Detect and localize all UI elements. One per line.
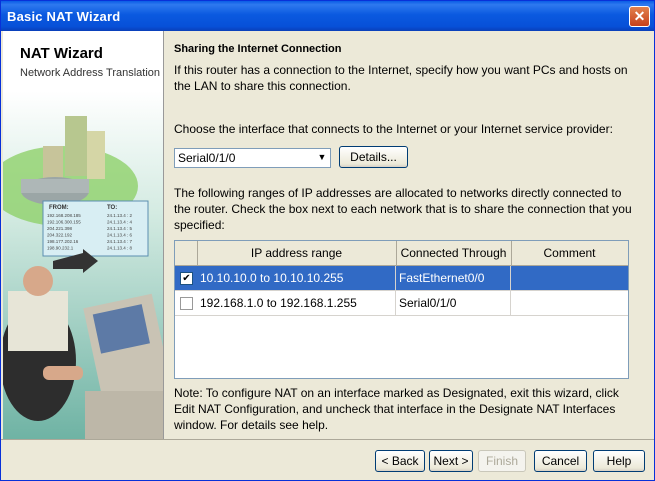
finish-button[interactable]: Finish [478, 450, 526, 472]
connected-through-cell: Serial0/1/0 [396, 291, 511, 315]
wizard-footer: < Back Next > Finish Cancel Help [1, 440, 654, 480]
illustration-from-address: 204.322.192 [47, 233, 73, 238]
table-row[interactable]: ✔ 10.10.10.0 to 10.10.10.255 FastEtherne… [175, 266, 628, 291]
illustration-to-address: 24.1.13.4 : 2 [107, 213, 133, 218]
connected-through-cell: FastEthernet0/0 [396, 266, 511, 290]
comment-cell [511, 291, 628, 315]
ip-range-cell: 10.10.10.0 to 10.10.10.255 [197, 266, 396, 290]
header-checkbox-column [175, 241, 198, 265]
table-header: IP address range Connected Through Comme… [175, 241, 628, 266]
note-text: Note: To configure NAT on an interface m… [174, 386, 619, 432]
interface-select-value: Serial0/1/0 [178, 151, 236, 165]
illustration-to-address: 24.1.13.4 : 8 [107, 246, 133, 251]
table-row[interactable]: 192.168.1.0 to 192.168.1.255 Serial0/1/0 [175, 291, 628, 316]
illustration-from-address: 198.90.232.1 [47, 246, 74, 251]
intro-text: If this router has a connection to the I… [174, 63, 628, 93]
title-bar[interactable]: Basic NAT Wizard ✕ [1, 1, 654, 31]
comment-cell [511, 266, 628, 290]
wizard-sidebar: NAT Wizard Network Address Translation F… [3, 31, 164, 439]
interface-select[interactable]: Serial0/1/0 ▼ [174, 148, 331, 168]
network-illustration: FROM: TO: 192.168.208.185 24.1.13.4 : 2 19… [3, 91, 163, 439]
window-title: Basic NAT Wizard [7, 9, 121, 24]
section-heading: Sharing the Internet Connection [174, 43, 342, 55]
back-button[interactable]: < Back [375, 450, 425, 472]
illustration-from-address: 204.221.398 [47, 226, 73, 231]
header-ip-range[interactable]: IP address range [197, 241, 397, 265]
illustration-to-address: 24.1.13.4 : 6 [107, 233, 133, 238]
close-button[interactable]: ✕ [629, 6, 650, 27]
share-checkbox[interactable]: ✔ [180, 272, 193, 285]
help-button[interactable]: Help [593, 450, 645, 472]
illustration-table-from: FROM: [49, 205, 69, 211]
illustration-from-address: 192.106.300.155 [47, 220, 81, 225]
chevron-down-icon[interactable]: ▼ [315, 150, 329, 164]
illustration-from-address: 192.168.208.185 [47, 213, 81, 218]
next-button[interactable]: Next > [429, 450, 473, 472]
header-comment[interactable]: Comment [511, 241, 628, 265]
ip-range-table: IP address range Connected Through Comme… [174, 240, 629, 379]
ip-range-cell: 192.168.1.0 to 192.168.1.255 [197, 291, 396, 315]
wizard-window: Basic NAT Wizard ✕ NAT Wizard Network Ad… [0, 0, 655, 481]
header-connected-through[interactable]: Connected Through [396, 241, 512, 265]
illustration-from-address: 198.177.202.16 [47, 239, 79, 244]
wizard-content: Sharing the Internet Connection If this … [164, 31, 652, 439]
ranges-text: The following ranges of IP addresses are… [174, 186, 632, 232]
choose-interface-text: Choose the interface that connects to th… [174, 122, 613, 136]
details-button[interactable]: Details... [339, 146, 408, 168]
illustration-to-address: 24.1.13.4 : 5 [107, 226, 133, 231]
illustration-to-address: 24.1.13.4 : 4 [107, 220, 133, 225]
cancel-button[interactable]: Cancel [534, 450, 587, 472]
share-checkbox[interactable] [180, 297, 193, 310]
illustration-to-address: 24.1.13.4 : 7 [107, 239, 133, 244]
close-icon: ✕ [633, 8, 646, 24]
illustration-table-to: TO: [107, 205, 117, 211]
